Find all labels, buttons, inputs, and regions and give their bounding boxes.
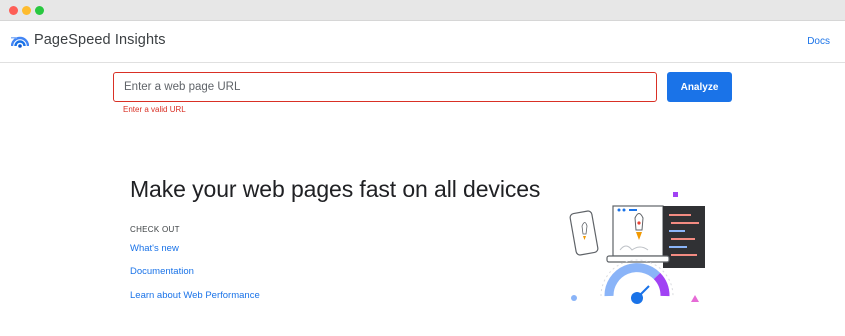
app-header: PageSpeed Insights Docs (0, 21, 845, 63)
checkout-label: CHECK OUT (130, 225, 180, 234)
docs-link[interactable]: Docs (807, 36, 830, 47)
close-window-button[interactable] (9, 6, 18, 15)
analyze-button[interactable]: Analyze (667, 72, 732, 102)
phone-icon (569, 210, 599, 256)
pagespeed-logo-icon (11, 36, 29, 48)
confetti-square-icon (673, 192, 678, 197)
page-headline: Make your web pages fast on all devices (130, 176, 541, 202)
url-input[interactable] (113, 72, 657, 102)
minimize-window-button[interactable] (22, 6, 31, 15)
laptop-icon (606, 205, 705, 268)
devices-speed-illustration (569, 192, 705, 304)
app-title: PageSpeed Insights (34, 32, 166, 48)
web-performance-link[interactable]: Learn about Web Performance (130, 290, 260, 301)
whats-new-link[interactable]: What's new (130, 243, 179, 254)
confetti-circle-icon (571, 295, 577, 301)
documentation-link[interactable]: Documentation (130, 266, 194, 277)
speed-gauge-icon (600, 259, 674, 304)
maximize-window-button[interactable] (35, 6, 44, 15)
window-title-bar (0, 0, 845, 21)
url-error-message: Enter a valid URL (123, 105, 186, 114)
confetti-triangle-icon (691, 295, 699, 302)
